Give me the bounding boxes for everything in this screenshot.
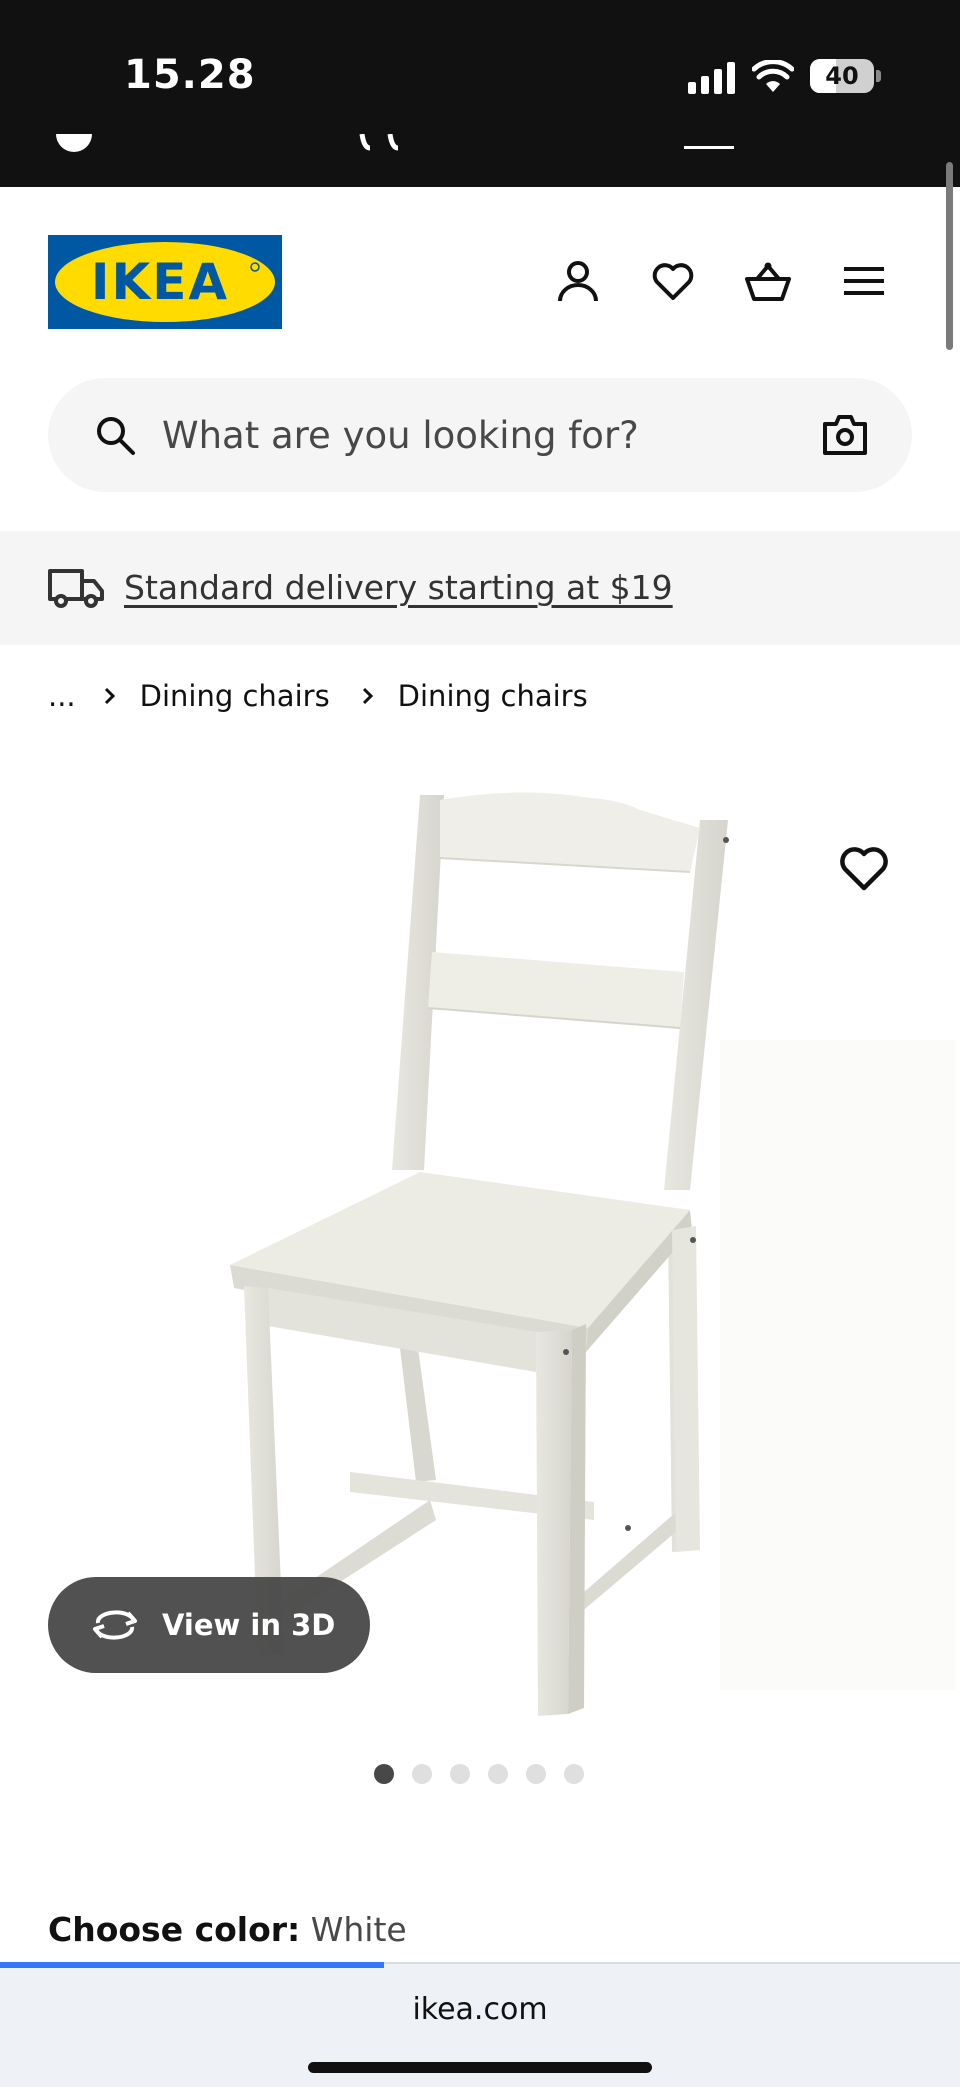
gallery-dot-1[interactable]	[374, 1764, 394, 1784]
browser-url[interactable]: ikea.com	[0, 1992, 960, 2027]
gallery-pagination	[374, 1764, 584, 1784]
camera-search-icon[interactable]	[822, 414, 868, 456]
gallery-dot-3[interactable]	[450, 1764, 470, 1784]
shopping-basket-icon[interactable]	[744, 257, 792, 305]
view-in-3d-button[interactable]: View in 3D	[48, 1577, 370, 1673]
delivery-banner: Standard delivery starting at $19	[0, 531, 960, 645]
breadcrumb-item-dining-chairs[interactable]: Dining chairs	[140, 679, 330, 713]
battery-icon: 40	[810, 59, 874, 93]
breadcrumb-item-more[interactable]: ...	[48, 679, 76, 713]
battery-percentage: 40	[825, 62, 859, 90]
chevron-right-icon	[104, 687, 115, 705]
selected-color-value: White	[310, 1910, 407, 1949]
breadcrumb-item-dining-chairs-current[interactable]: Dining chairs	[398, 679, 588, 713]
logo-text: IKEA	[91, 253, 229, 311]
color-chooser[interactable]: Choose color: White	[48, 1910, 407, 1949]
rotate-3d-icon	[93, 1610, 137, 1640]
page-scrollbar[interactable]	[946, 162, 953, 350]
scrolled-content-fragment	[684, 146, 734, 149]
product-image-gallery[interactable]: View in 3D	[0, 760, 960, 1720]
delivery-truck-icon	[48, 569, 104, 608]
color-chooser-label: Choose color:	[48, 1910, 301, 1949]
gallery-dot-6[interactable]	[564, 1764, 584, 1784]
heart-icon[interactable]	[649, 257, 697, 305]
delivery-info-link[interactable]: Standard delivery starting at $19	[124, 531, 673, 645]
cellular-signal-icon	[688, 62, 735, 94]
search-icon[interactable]	[94, 414, 136, 456]
product-image-white-chair	[230, 792, 955, 1716]
scrolled-content-fragment	[56, 134, 92, 152]
status-time: 15.28	[124, 52, 256, 98]
add-to-favourites-heart-icon[interactable]	[836, 840, 892, 896]
scrolled-content-fragment	[359, 134, 399, 151]
wifi-icon	[752, 60, 794, 92]
menu-icon[interactable]	[840, 257, 888, 305]
battery-cap	[876, 70, 881, 82]
gallery-dot-5[interactable]	[526, 1764, 546, 1784]
page-load-progress	[0, 1962, 384, 1968]
search-input[interactable]	[162, 378, 722, 492]
gallery-dot-2[interactable]	[412, 1764, 432, 1784]
browser-address-bar: ikea.com	[0, 1962, 960, 2087]
home-indicator[interactable]	[308, 2062, 652, 2073]
ikea-logo[interactable]: IKEA	[48, 235, 282, 329]
status-bar: 15.28 40	[0, 0, 960, 187]
view-in-3d-label: View in 3D	[162, 1608, 336, 1642]
breadcrumb: ... Dining chairs Dining chairs	[48, 675, 588, 717]
search-bar[interactable]	[48, 378, 912, 492]
gallery-dot-4[interactable]	[488, 1764, 508, 1784]
chevron-right-icon	[362, 687, 373, 705]
site-header: IKEA	[0, 187, 960, 532]
profile-icon[interactable]	[554, 257, 602, 305]
